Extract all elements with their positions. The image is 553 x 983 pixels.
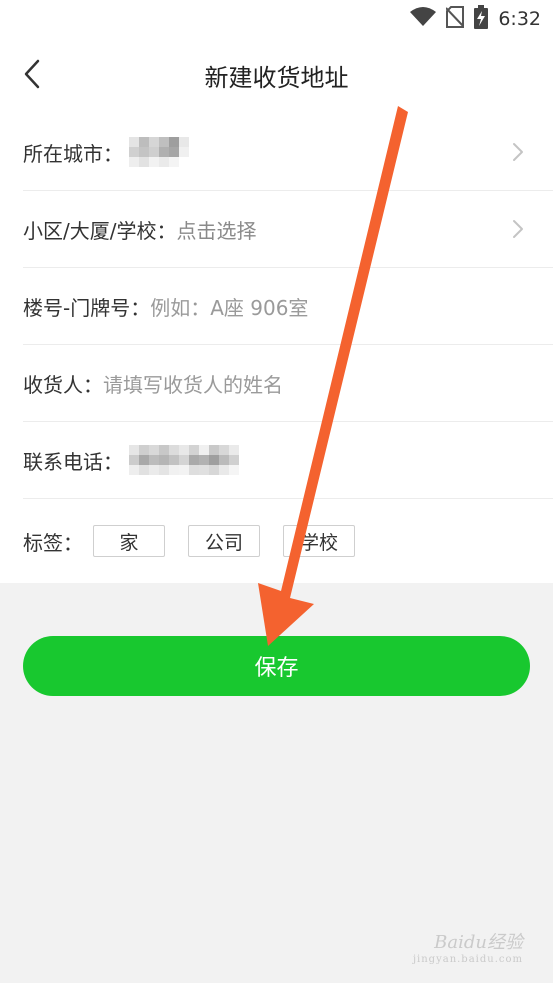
tag-options: 家 公司 学校 bbox=[93, 525, 378, 557]
community-row[interactable]: 小区/大厦/学校： 点击选择 bbox=[23, 191, 553, 268]
city-label: 所在城市： bbox=[23, 141, 123, 166]
watermark-subtext: jingyan.baidu.com bbox=[412, 954, 523, 965]
tag-home[interactable]: 家 bbox=[93, 525, 165, 557]
receiver-input[interactable]: 请填写收货人的姓名 bbox=[103, 369, 283, 398]
chevron-right-icon bbox=[511, 219, 525, 239]
watermark-text: Baidu经验 bbox=[434, 932, 523, 953]
save-button[interactable]: 保存 bbox=[23, 636, 530, 696]
chevron-right-icon bbox=[511, 142, 525, 162]
baidu-watermark: Baidu经验 jingyan.baidu.com bbox=[413, 928, 523, 965]
phone-value-redacted[interactable] bbox=[129, 445, 239, 475]
city-row[interactable]: 所在城市： bbox=[23, 114, 553, 191]
status-time: 6:32 bbox=[498, 8, 541, 30]
battery-charging-icon bbox=[474, 4, 489, 34]
building-input[interactable]: 例如：A座 906室 bbox=[150, 292, 308, 321]
tag-school[interactable]: 学校 bbox=[283, 525, 355, 557]
tags-label: 标签： bbox=[23, 530, 83, 555]
page-title: 新建收货地址 bbox=[204, 64, 349, 92]
tag-company[interactable]: 公司 bbox=[188, 525, 260, 557]
address-form: 所在城市： 小区/大厦/学校： 点击选择 楼号-门牌号： 例如：A座 906室 … bbox=[0, 114, 553, 583]
community-select[interactable]: 点击选择 bbox=[176, 215, 256, 244]
tags-row: 标签： 家 公司 学校 bbox=[23, 499, 553, 583]
building-row[interactable]: 楼号-门牌号： 例如：A座 906室 bbox=[23, 268, 553, 345]
status-bar: 6:32 bbox=[0, 0, 553, 38]
community-label: 小区/大厦/学校： bbox=[23, 218, 177, 243]
wifi-icon bbox=[410, 6, 437, 32]
phone-row[interactable]: 联系电话： bbox=[23, 422, 553, 499]
header: 新建收货地址 bbox=[0, 38, 553, 114]
screen: 6:32 新建收货地址 所在城市： 小区/大厦/学校： 点击选择 楼号-门牌号：… bbox=[0, 0, 553, 983]
receiver-label: 收货人： bbox=[23, 372, 103, 397]
no-sim-icon bbox=[445, 5, 466, 33]
city-value-redacted bbox=[129, 137, 189, 167]
phone-label: 联系电话： bbox=[23, 449, 123, 474]
building-label: 楼号-门牌号： bbox=[23, 295, 151, 320]
receiver-row[interactable]: 收货人： 请填写收货人的姓名 bbox=[23, 345, 553, 422]
status-icons: 6:32 bbox=[410, 4, 541, 34]
